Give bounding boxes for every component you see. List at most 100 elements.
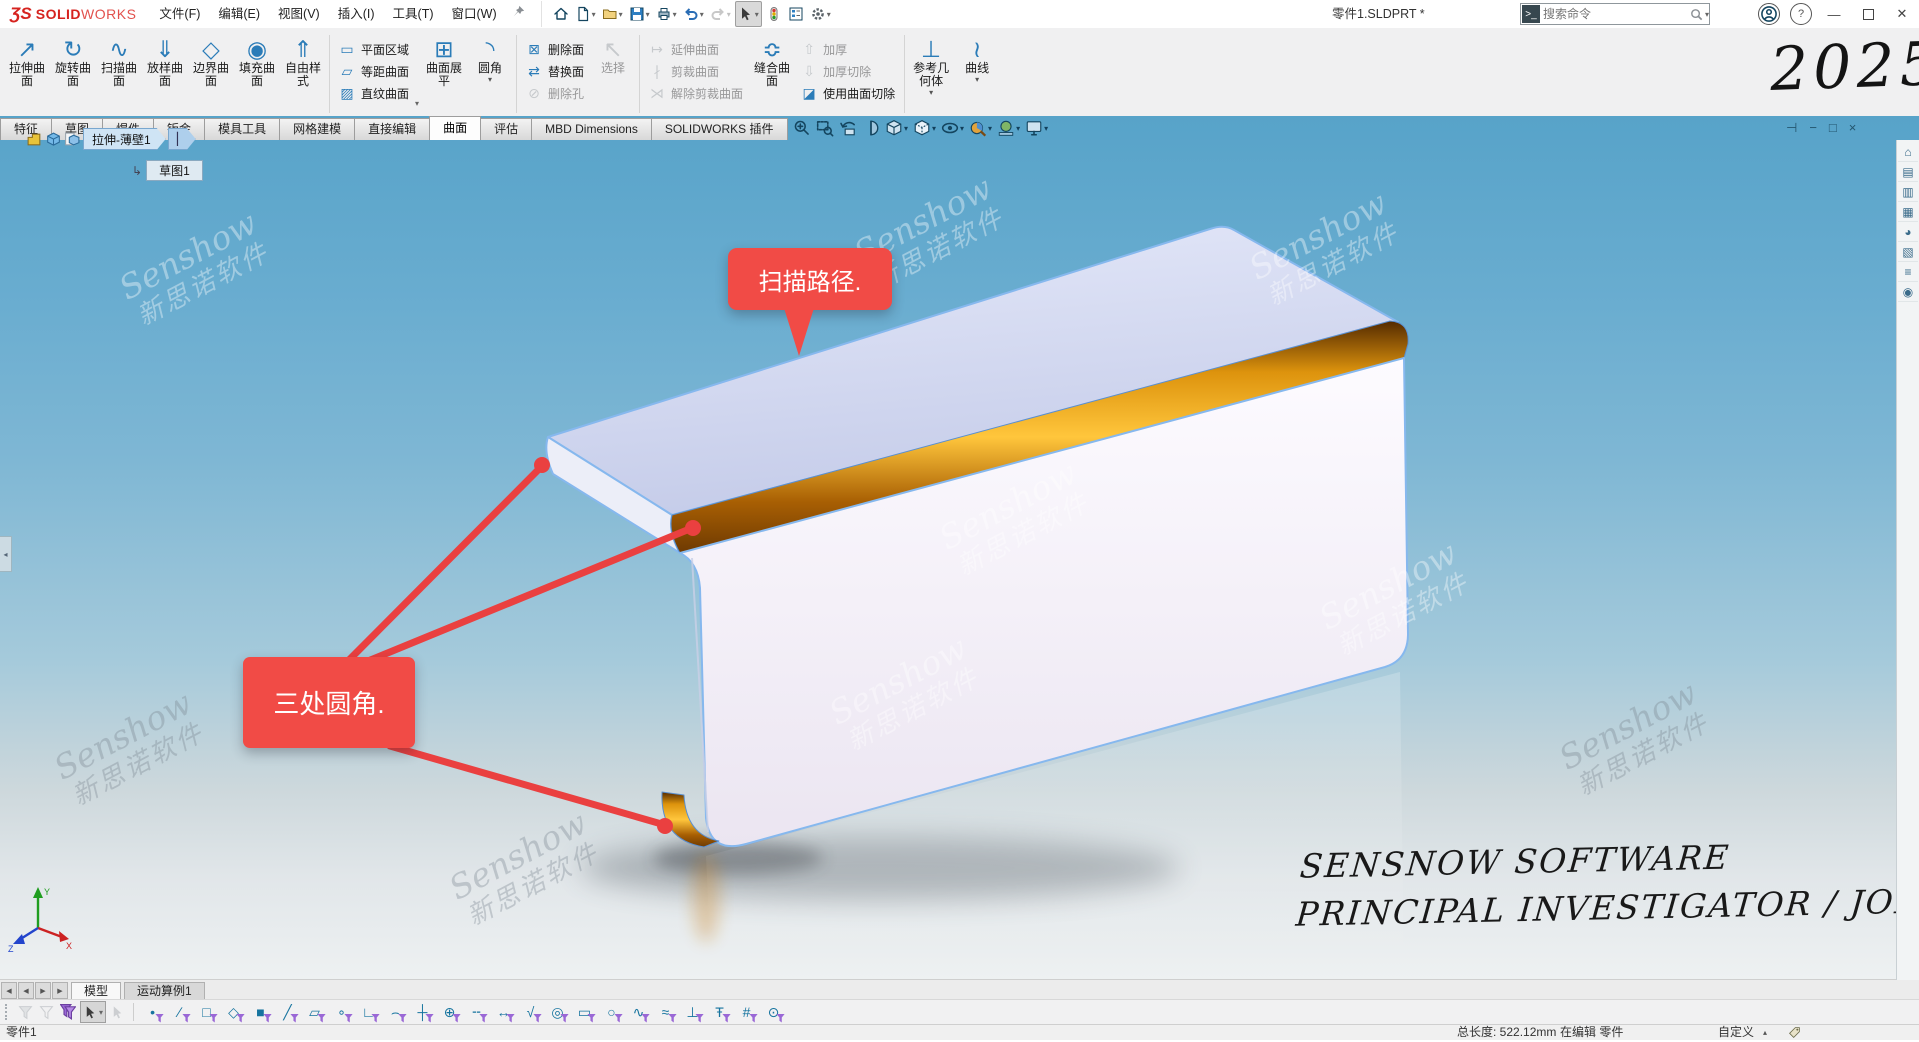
filter-weld-beads[interactable]: ≈ xyxy=(652,1002,679,1023)
doc-close-icon[interactable]: × xyxy=(1849,118,1857,138)
performance-evaluation-button[interactable] xyxy=(764,2,784,26)
tab-scroll-next-button[interactable]: ▶ xyxy=(35,982,51,999)
hide-show-items-icon[interactable]: ▾ xyxy=(940,118,965,138)
display-states-button[interactable] xyxy=(786,2,806,26)
cut-with-surface-button[interactable]: ◪ 使用曲面切除 xyxy=(795,82,901,104)
taskpane-view-palette-icon[interactable]: ▦ xyxy=(1898,202,1918,222)
tab-solidworks-addins[interactable]: SOLIDWORKS 插件 xyxy=(651,118,788,140)
filter-connection-points[interactable]: ⊙ xyxy=(760,1002,787,1023)
menu-file[interactable]: 文件(F) xyxy=(150,1,209,28)
help-button[interactable]: ? xyxy=(1790,3,1812,25)
toolbar-grip[interactable] xyxy=(5,1004,10,1020)
tab-mbd-dimensions[interactable]: MBD Dimensions xyxy=(531,118,652,140)
boundary-surface-button[interactable]: ◇ 边界曲面 xyxy=(188,30,234,118)
edit-appearance-icon[interactable]: ▾ xyxy=(968,118,993,138)
tab-scroll-prev-button[interactable]: ◀ xyxy=(18,982,34,999)
menu-view[interactable]: 视图(V) xyxy=(269,1,329,28)
zoom-to-area-icon[interactable] xyxy=(815,118,835,138)
filter-faces[interactable]: □ xyxy=(193,1002,220,1023)
reference-geometry-button[interactable]: ⊥ 参考几何体 ▾ xyxy=(908,30,954,118)
apply-scene-icon[interactable]: ▾ xyxy=(996,118,1021,138)
part-icon[interactable] xyxy=(26,131,43,148)
solid-body-icon[interactable] xyxy=(45,131,62,148)
tab-mesh-modeling[interactable]: 网格建模 xyxy=(279,118,355,140)
lasso-cursor-button[interactable] xyxy=(108,1002,127,1022)
filter-vertices[interactable]: • xyxy=(139,1002,166,1023)
filter-blocks[interactable]: # xyxy=(733,1002,760,1023)
select-tool-button[interactable]: ▾ xyxy=(735,1,762,27)
menu-insert[interactable]: 插入(I) xyxy=(329,1,384,28)
menu-edit[interactable]: 编辑(E) xyxy=(209,1,269,28)
filter-sketches[interactable]: ∟ xyxy=(355,1002,382,1023)
breadcrumb-sketch[interactable]: 草图1 xyxy=(146,160,203,181)
filter-sketch-segments[interactable]: ⌢ xyxy=(382,1002,409,1023)
home-button[interactable] xyxy=(551,2,571,26)
dock-pane-icon[interactable]: ⊣ xyxy=(1786,118,1797,138)
filter-notes[interactable]: ▭ xyxy=(571,1002,598,1023)
untrim-surface-button[interactable]: ⋊ 解除剪裁曲面 xyxy=(643,82,749,104)
filter-weld-symbols[interactable]: ∿ xyxy=(625,1002,652,1023)
filter-midpoints[interactable]: ┼ xyxy=(409,1002,436,1023)
filter-surface-bodies[interactable]: ◇ xyxy=(220,1002,247,1023)
section-view-icon[interactable] xyxy=(861,118,881,138)
tab-evaluate[interactable]: 评估 xyxy=(480,118,532,140)
ruled-surface-caret[interactable]: ▾ xyxy=(415,99,419,108)
select-cursor-button[interactable]: ▾ xyxy=(80,1001,106,1023)
panel-expand-tab[interactable]: ◂ xyxy=(0,536,12,572)
flatten-surface-button[interactable]: ⊞ 曲面展平 xyxy=(421,30,467,118)
previous-view-icon[interactable] xyxy=(838,118,858,138)
taskpane-appearances-icon[interactable]: ◕ xyxy=(1898,222,1918,242)
filter-options-icon[interactable] xyxy=(37,1002,56,1022)
lofted-surface-button[interactable]: ⇓ 放样曲面 xyxy=(142,30,188,118)
tab-scroll-last-button[interactable]: ▶ xyxy=(52,982,68,999)
planar-surface-button[interactable]: ▭ 平面区域 xyxy=(333,38,415,60)
trim-surface-button[interactable]: ∤ 剪裁曲面 xyxy=(643,60,749,82)
tab-mold-tools[interactable]: 模具工具 xyxy=(204,118,280,140)
options-gear-button[interactable]: ▾ xyxy=(808,2,833,26)
tab-surfaces[interactable]: 曲面 xyxy=(429,116,481,140)
taskpane-forum-icon[interactable]: ◉ xyxy=(1898,282,1918,302)
filter-surface-finish-symbols[interactable]: √ xyxy=(517,1002,544,1023)
ruled-surface-button[interactable]: ▨ 直纹曲面 xyxy=(333,82,415,104)
filter-center-marks[interactable]: ⊕ xyxy=(436,1002,463,1023)
filter-planes[interactable]: ▱ xyxy=(301,1002,328,1023)
extend-surface-button[interactable]: ↦ 延伸曲面 xyxy=(643,38,749,60)
graphics-area[interactable]: Y Z X Senshow新思诺软件 Senshow新思诺软件 Senshow新… xyxy=(0,116,1919,980)
fillet-button[interactable]: ◝ 圆角 ▾ xyxy=(467,30,513,118)
doc-restore-icon[interactable]: □ xyxy=(1829,118,1837,138)
search-input[interactable] xyxy=(1541,6,1689,22)
filter-centerlines[interactable]: ╌ xyxy=(463,1002,490,1023)
minimize-button[interactable]: — xyxy=(1817,0,1851,28)
menu-tools[interactable]: 工具(T) xyxy=(384,1,443,28)
menu-window[interactable]: 窗口(W) xyxy=(443,1,506,28)
tab-model[interactable]: 模型 xyxy=(71,982,121,999)
close-button[interactable]: ✕ xyxy=(1885,0,1919,28)
search-scope-caret[interactable]: ▾ xyxy=(1705,10,1709,19)
taskpane-custom-properties-icon[interactable]: ≡ xyxy=(1898,262,1918,282)
status-custom-dropdown[interactable]: 自定义 xyxy=(1718,1025,1754,1040)
taskpane-home-icon[interactable]: ⌂ xyxy=(1898,142,1918,162)
offset-surface-button[interactable]: ▱ 等距曲面 xyxy=(333,60,415,82)
thickened-cut-button[interactable]: ⇩ 加厚切除 xyxy=(795,60,901,82)
taskpane-scenes-icon[interactable]: ▧ xyxy=(1898,242,1918,262)
filled-surface-button[interactable]: ◉ 填充曲面 xyxy=(234,30,280,118)
open-document-button[interactable]: ▾ xyxy=(600,2,625,26)
display-style-icon[interactable]: ▾ xyxy=(912,118,937,138)
swept-surface-button[interactable]: ∿ 扫描曲面 xyxy=(96,30,142,118)
replace-face-button[interactable]: ⇄ 替换面 xyxy=(520,60,590,82)
filter-balloons[interactable]: ○ xyxy=(598,1002,625,1023)
curves-button[interactable]: ≀ 曲线 ▾ xyxy=(954,30,1000,118)
tab-scroll-first-button[interactable]: ◀ xyxy=(1,982,17,999)
filter-edges[interactable]: ∕ xyxy=(166,1002,193,1023)
redo-button[interactable]: ▾ xyxy=(708,2,733,26)
taskpane-design-library-icon[interactable]: ▤ xyxy=(1898,162,1918,182)
status-custom-caret[interactable]: ▴ xyxy=(1763,1025,1767,1040)
toggle-selection-filters-icon[interactable] xyxy=(58,1002,78,1022)
select-button[interactable]: ↖ 选择 xyxy=(590,30,636,118)
feature-icon[interactable] xyxy=(64,131,81,148)
tab-direct-editing[interactable]: 直接编辑 xyxy=(354,118,430,140)
view-settings-icon[interactable]: ▾ xyxy=(1024,118,1049,138)
taskpane-file-explorer-icon[interactable]: ▥ xyxy=(1898,182,1918,202)
view-orientation-icon[interactable]: ▾ xyxy=(884,118,909,138)
filter-solid-bodies[interactable]: ■ xyxy=(247,1002,274,1023)
